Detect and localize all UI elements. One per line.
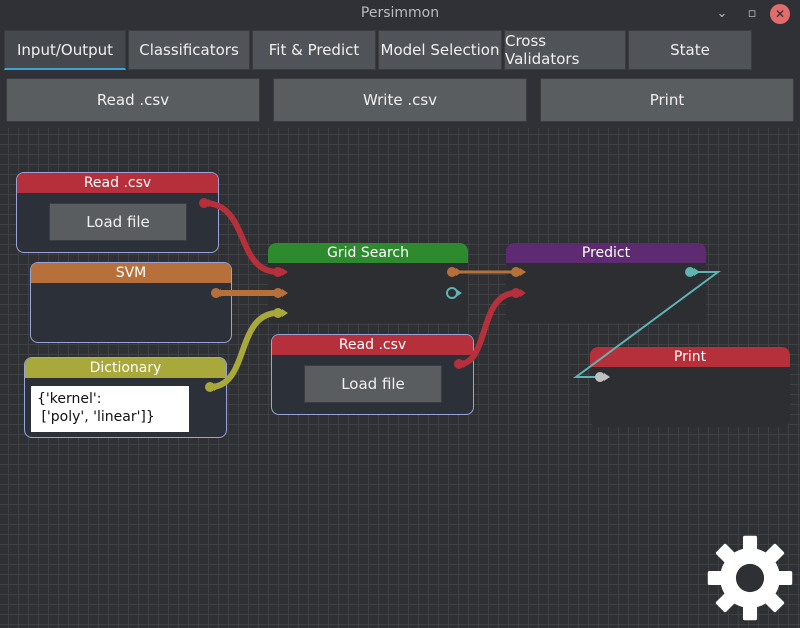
- tab-fit-predict[interactable]: Fit & Predict: [252, 30, 376, 70]
- gear-icon[interactable]: [706, 534, 794, 622]
- load-file-button[interactable]: Load file: [304, 365, 442, 403]
- node-header: Read .csv: [272, 335, 473, 355]
- restore-button[interactable]: ▫: [742, 4, 762, 24]
- node-dictionary[interactable]: Dictionary {'kernel': ['poly', 'linear']…: [24, 357, 227, 438]
- node-grid-search[interactable]: Grid Search: [268, 243, 468, 323]
- node-read-csv-1[interactable]: Read .csv Load file: [16, 172, 219, 253]
- tab-input-output[interactable]: Input/Output: [4, 30, 126, 70]
- title-bar: Persimmon ⌄ ▫ ✕: [0, 0, 800, 28]
- tab-bar: Input/Output Classificators Fit & Predic…: [0, 28, 800, 72]
- node-print[interactable]: Print: [590, 347, 790, 427]
- tab-state[interactable]: State: [628, 30, 752, 70]
- tab-cross-validators[interactable]: Cross Validators: [504, 30, 626, 70]
- write-csv-button[interactable]: Write .csv: [273, 78, 527, 122]
- load-file-button[interactable]: Load file: [49, 203, 187, 241]
- node-header: Grid Search: [268, 243, 468, 263]
- node-header: Print: [590, 347, 790, 367]
- minimize-button[interactable]: ⌄: [712, 4, 732, 24]
- tab-classificators[interactable]: Classificators: [128, 30, 250, 70]
- close-button[interactable]: ✕: [770, 4, 790, 24]
- node-header: Predict: [506, 243, 706, 263]
- node-read-csv-2[interactable]: Read .csv Load file: [271, 334, 474, 415]
- print-button[interactable]: Print: [540, 78, 794, 122]
- node-header: Dictionary: [25, 358, 226, 378]
- node-header: SVM: [31, 263, 231, 283]
- node-svm[interactable]: SVM: [30, 262, 232, 343]
- node-predict[interactable]: Predict: [506, 243, 706, 323]
- node-header: Read .csv: [17, 173, 218, 193]
- read-csv-button[interactable]: Read .csv: [6, 78, 260, 122]
- dictionary-input[interactable]: {'kernel': ['poly', 'linear']}: [31, 386, 189, 432]
- toolbar: Read .csv Write .csv Print: [0, 72, 800, 128]
- tab-model-selection[interactable]: Model Selection: [378, 30, 502, 70]
- window-title: Persimmon: [360, 5, 440, 21]
